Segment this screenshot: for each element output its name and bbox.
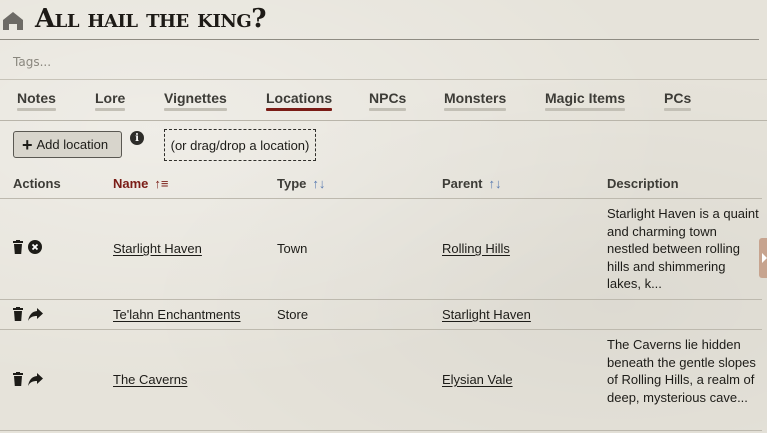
- location-description: Starlight Haven is a quaint and charming…: [607, 206, 759, 291]
- location-name-link[interactable]: The Caverns: [113, 372, 187, 387]
- column-header-actions: Actions: [13, 176, 61, 191]
- sort-icon[interactable]: ↑↓: [312, 176, 325, 191]
- column-header-parent-label: Parent: [442, 176, 483, 191]
- tab-lore[interactable]: Lore: [95, 90, 126, 111]
- column-header-parent[interactable]: Parent ↑↓: [442, 176, 501, 191]
- location-description: The Caverns lie hidden beneath the gentl…: [607, 337, 756, 405]
- row-divider: [0, 430, 762, 431]
- column-header-name[interactable]: Name ↑≡: [113, 176, 169, 191]
- add-location-label: Add location: [36, 137, 109, 152]
- tab-pcs[interactable]: PCs: [664, 90, 692, 111]
- tab-notes[interactable]: Notes: [17, 90, 56, 111]
- header-row-divider: [0, 198, 762, 199]
- tags-input[interactable]: Tags...: [13, 55, 51, 69]
- location-name-link[interactable]: Starlight Haven: [113, 241, 202, 256]
- location-parent-link[interactable]: Elysian Vale: [442, 372, 513, 387]
- header: All hail the king?: [0, 0, 767, 42]
- page-title: All hail the king?: [35, 4, 266, 34]
- info-icon[interactable]: i: [130, 131, 144, 145]
- tab-vignettes[interactable]: Vignettes: [164, 90, 227, 111]
- column-header-description: Description: [607, 176, 679, 191]
- row-actions: [12, 240, 42, 254]
- row-divider: [0, 299, 762, 300]
- tabs-divider: [0, 120, 767, 121]
- column-header-name-label: Name: [113, 176, 149, 191]
- trash-icon[interactable]: [12, 240, 24, 254]
- add-location-button[interactable]: + Add location: [13, 131, 122, 158]
- sidebar-expand-handle[interactable]: [759, 238, 767, 278]
- sort-icon[interactable]: ↑↓: [488, 176, 501, 191]
- remove-circle-icon[interactable]: [28, 240, 42, 254]
- location-parent-link[interactable]: Starlight Haven: [442, 307, 531, 322]
- tab-bar: Notes Lore Vignettes Locations NPCs Mons…: [0, 80, 767, 120]
- header-divider: [0, 39, 759, 40]
- trash-icon[interactable]: [12, 307, 24, 321]
- tab-npcs[interactable]: NPCs: [369, 90, 407, 111]
- location-type: Store: [277, 307, 309, 322]
- drop-zone[interactable]: (or drag/drop a location): [164, 129, 316, 161]
- tab-magic-items[interactable]: Magic Items: [545, 90, 626, 111]
- sort-ascending-icon[interactable]: ↑≡: [154, 176, 168, 191]
- share-arrow-icon[interactable]: [28, 307, 43, 321]
- row-divider: [0, 329, 762, 330]
- tab-locations[interactable]: Locations: [266, 90, 333, 111]
- plus-icon: +: [22, 134, 33, 155]
- trash-icon[interactable]: [12, 372, 24, 386]
- home-icon[interactable]: [2, 11, 24, 31]
- row-actions: [12, 307, 43, 321]
- tab-monsters[interactable]: Monsters: [444, 90, 507, 111]
- column-header-type-label: Type: [277, 176, 307, 191]
- location-parent-link[interactable]: Rolling Hills: [442, 241, 510, 256]
- row-actions: [12, 372, 43, 386]
- share-arrow-icon[interactable]: [28, 372, 43, 386]
- location-type: Town: [277, 241, 308, 256]
- column-header-type[interactable]: Type ↑↓: [277, 176, 325, 191]
- location-name-link[interactable]: Te'lahn Enchantments: [113, 307, 241, 322]
